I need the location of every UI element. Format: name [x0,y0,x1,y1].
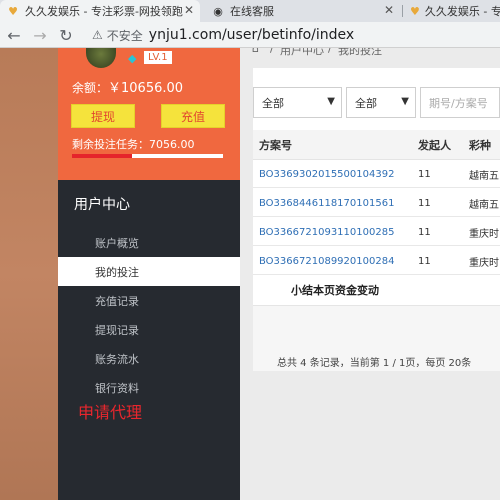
withdraw-button[interactable]: 提现 [71,104,135,128]
table-row: BO33667210899201002​84 11 重庆时 [253,247,500,275]
remaining-task: 剩余投注任务：7056.00 [72,136,195,152]
url-text[interactable]: ynju1.com/user/betinfo/index [149,27,354,43]
sidebar-item-bank-info[interactable]: 银行资料 [58,373,240,402]
column-header-scheme-id: 方案号 [259,139,292,152]
sidebar-item-transactions[interactable]: 账务流水 [58,344,240,373]
remain-value: 7056.00 [149,138,195,151]
page-summary-label: 小结本页资金变动 [291,284,379,297]
background-strip [0,48,58,500]
chat-icon: ◉ [213,4,223,18]
tab-separator [402,5,403,17]
select-value: 全部 [262,96,284,110]
close-icon[interactable]: ✕ [384,3,394,17]
initiator-cell: 11 [418,255,431,267]
close-icon[interactable]: ✕ [184,3,194,17]
page: ◆ LV.1 余额：￥10656.00 提现 充值 剩余投注任务：7056.00… [0,48,500,500]
heart-icon: ♥ [410,4,420,18]
initiator-cell: 11 [418,197,431,209]
breadcrumb-separator: / [328,48,332,55]
level-badge: LV.1 [144,51,172,64]
tab-title: 久久发娱乐 - 专注彩票-网投领跑 [25,5,183,18]
chevron-down-icon: ▼ [401,96,409,107]
scheme-id-link[interactable]: BO33667210899201002​84 [259,247,394,275]
task-progress-fill [72,154,133,158]
type-select[interactable]: 全部 ▼ [253,87,342,118]
breadcrumb-current: 我的投注 [338,48,382,57]
lottery-cell: 重庆时 [469,228,499,240]
sidebar-item-account-overview[interactable]: 账户概览 [58,228,240,257]
heart-icon: ♥ [8,4,18,18]
table-header: 方案号 发起人 彩种 [253,130,500,160]
back-icon[interactable]: ← [4,25,24,45]
browser-toolbar: ← → ↻ ⚠ 不安全 ynju1.com/user/betinfo/index [0,22,500,48]
table-footer: 总共 4 条记录，当前第 1 / 1页，每页 20条 [253,305,500,371]
balance: 余额：￥10656.00 [72,77,183,96]
scheme-id-link[interactable]: BO33684461181701015​61 [259,189,394,217]
search-placeholder: 期号/方案号 [429,96,488,110]
scheme-id-link[interactable]: BO33693020155001043​92 [259,160,394,188]
browser-tab-2[interactable]: ◉ 在线客服 ✕ [205,0,400,22]
reload-icon[interactable]: ↻ [56,25,76,45]
task-progress-bar [72,154,223,158]
balance-value: ￥10656.00 [108,81,184,96]
search-input[interactable]: 期号/方案号 [420,87,500,118]
browser-tab-bar: ♥ 久久发娱乐 - 专注彩票-网投领跑 ✕ ◉ 在线客服 ✕ ♥ 久久发娱乐 -… [0,0,500,22]
balance-label: 余额： [72,81,109,95]
initiator-cell: 11 [418,226,431,238]
diamond-icon: ◆ [128,52,137,65]
breadcrumb: ⌂ / 用户中心 / 我的投注 [240,48,500,62]
breadcrumb-separator: / [270,48,274,55]
table-row: BO33684461181701015​61 11 越南五 [253,189,500,217]
forward-icon[interactable]: → [30,25,50,45]
pagination-info: 总共 4 条记录，当前第 1 / 1页，每页 20条 [277,358,472,369]
warning-icon[interactable]: ⚠ [92,28,103,42]
browser-tab-3[interactable]: ♥ 久久发娱乐 - 专注 [404,0,500,22]
scheme-id-link[interactable]: BO33667210931101002​85 [259,218,394,246]
browser-tab-1[interactable]: ♥ 久久发娱乐 - 专注彩票-网投领跑 ✕ [0,0,200,22]
address-bar[interactable]: ⚠ 不安全 ynju1.com/user/betinfo/index [92,24,500,46]
tab-title: 久久发娱乐 - 专注 [424,5,500,18]
status-select[interactable]: 全部 ▼ [346,87,416,118]
sidebar-item-withdraw-records[interactable]: 提现记录 [58,315,240,344]
breadcrumb-parent[interactable]: 用户中心 [280,48,324,58]
select-value: 全部 [355,96,377,110]
user-card: ◆ LV.1 余额：￥10656.00 提现 充值 剩余投注任务：7056.00 [58,48,240,180]
avatar [86,48,116,68]
home-icon[interactable]: ⌂ [252,48,259,55]
column-header-initiator: 发起人 [418,139,451,152]
lottery-cell: 重庆时 [469,257,499,269]
lottery-cell: 越南五 [469,199,499,211]
remain-label: 剩余投注任务： [72,138,149,151]
sidebar: ◆ LV.1 余额：￥10656.00 提现 充值 剩余投注任务：7056.00… [58,48,240,500]
main-content: ⌂ / 用户中心 / 我的投注 全部 ▼ 全部 ▼ 期号/方案号 方案号 发起人… [240,48,500,500]
chevron-down-icon: ▼ [327,96,335,107]
lottery-cell: 越南五 [469,170,499,182]
bets-panel: 全部 ▼ 全部 ▼ 期号/方案号 方案号 发起人 彩种 BO3369302015… [253,68,500,371]
security-label: 不安全 [106,28,143,43]
sidebar-item-my-bets[interactable]: 我的投注 [58,257,240,286]
table-row: BO33693020155001043​92 11 越南五 [253,160,500,188]
table-row: BO33667210931101002​85 11 重庆时 [253,218,500,246]
initiator-cell: 11 [418,168,431,180]
column-header-lottery: 彩种 [469,139,491,152]
tab-title: 在线客服 [230,5,274,18]
apply-agent-link[interactable]: 申请代理 [78,399,142,423]
sidebar-item-deposit-records[interactable]: 充值记录 [58,286,240,315]
deposit-button[interactable]: 充值 [161,104,225,128]
menu-title: 用户中心 [74,197,130,213]
